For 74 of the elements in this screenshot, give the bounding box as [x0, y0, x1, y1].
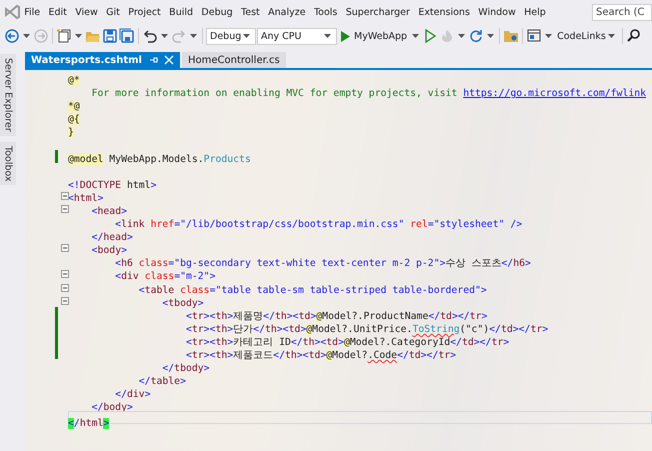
collapse-icon[interactable] [61, 192, 69, 200]
collapse-icon[interactable] [61, 244, 69, 252]
caret-icon[interactable] [412, 34, 420, 38]
menu-item[interactable]: Analyze [264, 4, 310, 20]
menu-item[interactable]: Edit [44, 4, 72, 20]
caret-icon[interactable] [75, 34, 82, 38]
menu-item[interactable]: Test [236, 4, 264, 20]
folder-icon[interactable] [503, 28, 520, 44]
document-tab[interactable]: Watersports.cshtml [25, 52, 180, 68]
code-line: <tr><th>단가</th><td>@Model?.UnitPrice.ToString("c")</td></tr> [184, 324, 548, 335]
undo-icon[interactable] [142, 28, 158, 44]
platform-dropdown[interactable]: Any CPU [257, 28, 337, 44]
code-line: <tbody> [161, 298, 204, 309]
side-tab[interactable]: Toolbox [0, 142, 16, 186]
menu-item[interactable]: Window [474, 4, 520, 20]
code-line: <table class="table table-sm table-striped table-bordered"> [138, 284, 487, 296]
codelinks-menu[interactable]: CodeLinks [555, 30, 619, 42]
caret-icon[interactable] [608, 34, 615, 38]
collapse-icon[interactable] [61, 270, 69, 278]
code-line: <!DOCTYPE html> [68, 180, 156, 191]
caret-icon[interactable] [23, 34, 30, 38]
caret-icon[interactable] [324, 34, 331, 38]
refresh-icon[interactable] [468, 28, 484, 44]
link[interactable]: https://go.microsoft.com/fwlink [463, 88, 646, 100]
caret-icon[interactable] [161, 34, 168, 38]
new-item-icon[interactable] [56, 28, 72, 44]
back-icon[interactable] [4, 28, 20, 44]
window-icon[interactable] [526, 28, 542, 44]
save-icon[interactable] [102, 28, 118, 44]
menu-item[interactable]: Extensions [414, 4, 474, 20]
caret-icon[interactable] [243, 34, 250, 38]
caret-icon[interactable] [458, 34, 466, 38]
save-all-icon[interactable] [119, 28, 135, 44]
configuration-dropdown[interactable]: Debug [206, 28, 256, 44]
code-line: </div> [114, 389, 151, 400]
collapse-icon[interactable] [61, 204, 69, 213]
menu-item[interactable]: File [20, 4, 44, 20]
caret-icon[interactable] [545, 34, 552, 38]
document-tab[interactable]: HomeController.cs [182, 52, 286, 68]
pin-icon[interactable] [148, 55, 158, 65]
code-line: </table> [138, 376, 186, 388]
code-line: For more information on enabling MVC for empty projects, visit https://go.microsoft.com/fwlink [90, 88, 646, 100]
code-line: @model MyWebApp.Models.Products [68, 154, 251, 165]
code-line: <div class="m-2"> [114, 271, 216, 282]
search-field[interactable]: Search (C [592, 4, 652, 20]
code-line: <link href="/lib/bootstrap/css/bootstrap.min.css" rel="stylesheet" /> [114, 219, 522, 230]
code-line: </body> [90, 402, 133, 414]
menu-item[interactable]: View [71, 4, 102, 20]
menu-item[interactable]: Git [102, 4, 124, 20]
code-line: <h6 class="bg-secondary text-white text-center m-2 p-2">수상 스포츠</h6> [114, 258, 531, 270]
code-line: </html> [68, 418, 110, 430]
menu-item[interactable]: Help [520, 4, 550, 20]
code-line: <tr><th>카테고리 ID</th><td>@Model?.CategoryId</td></tr> [184, 336, 510, 348]
collapse-icon[interactable] [61, 296, 69, 305]
visual-studio-logo-icon [4, 4, 20, 20]
close-icon[interactable] [164, 55, 174, 65]
menu-item[interactable]: Tools [310, 4, 342, 20]
code-line: <body> [90, 245, 127, 256]
menu-item[interactable]: Build [164, 4, 198, 20]
code-line: <tr><th>제품명</th><td>@Model?.ProductName</td></tr> [184, 310, 488, 322]
code-line: </tbody> [161, 363, 210, 374]
caret-icon[interactable] [190, 34, 197, 38]
code-line: </head> [90, 232, 133, 244]
search-icon[interactable] [626, 28, 642, 44]
code-line: <tr><th>제품코드</th><td>@Model?.Code</td></tr> [184, 350, 456, 362]
menu-item[interactable]: Project [124, 4, 165, 20]
side-tab[interactable]: Server Explorer [0, 54, 16, 136]
menu-item[interactable]: Debug [197, 4, 237, 20]
caret-icon[interactable] [487, 34, 494, 38]
collapse-icon[interactable] [61, 284, 69, 292]
code-line: <head> [90, 206, 127, 217]
menu-item[interactable]: Supercharger [342, 4, 414, 20]
play-icon [340, 30, 350, 42]
run-button[interactable]: MyWebApp [338, 30, 410, 42]
